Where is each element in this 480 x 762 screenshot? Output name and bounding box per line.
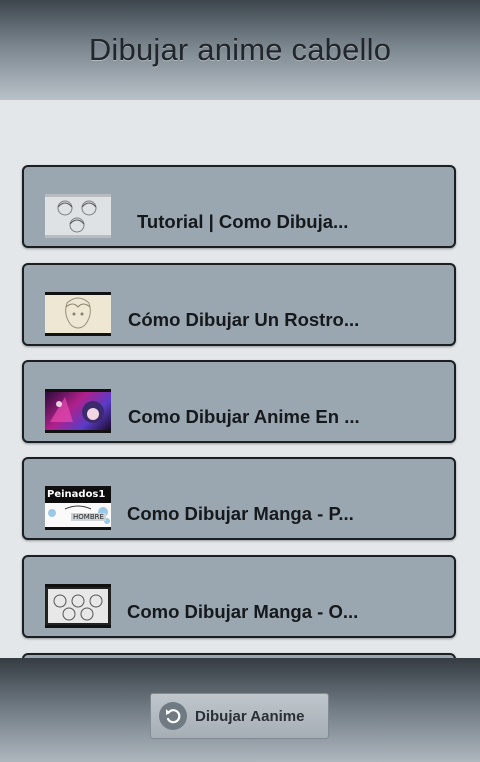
thumbnail-caption: Peinados1 [47,489,106,500]
video-thumbnail [45,292,111,336]
video-item-3[interactable]: Como Dibujar Anime En ... [22,360,456,443]
button-label: Dibujar Aanime [195,707,305,725]
video-item-1[interactable]: Tutorial | Como Dibuja... [22,165,456,248]
video-thumbnail [45,389,111,433]
video-item-4[interactable]: Peinados1 HOMBRE Como Dibujar Manga - P.… [22,457,456,540]
video-item-5[interactable]: Como Dibujar Manga - O... [22,555,456,638]
video-thumbnail [45,194,111,238]
dibujar-aanime-button[interactable]: Dibujar Aanime [150,693,329,739]
video-item-2[interactable]: Cómo Dibujar Un Rostro... [22,263,456,346]
video-title: Como Dibujar Manga - O... [127,601,359,622]
video-thumbnail [45,584,111,628]
undo-icon [159,702,187,730]
video-title: Como Dibujar Anime En ... [128,406,360,427]
video-list[interactable]: Tutorial | Como Dibuja... Cómo Dibujar U… [0,100,480,658]
video-title: Como Dibujar Manga - P... [127,503,354,524]
video-title: Tutorial | Como Dibuja... [137,211,349,232]
app-header: Dibujar anime cabello [0,0,480,100]
page-title: Dibujar anime cabello [88,32,392,67]
video-thumbnail: Peinados1 HOMBRE [45,486,111,530]
bottom-bar: Dibujar Aanime [0,658,480,762]
thumbnail-caption: HOMBRE [71,513,106,521]
video-title: Cómo Dibujar Un Rostro... [128,309,360,330]
